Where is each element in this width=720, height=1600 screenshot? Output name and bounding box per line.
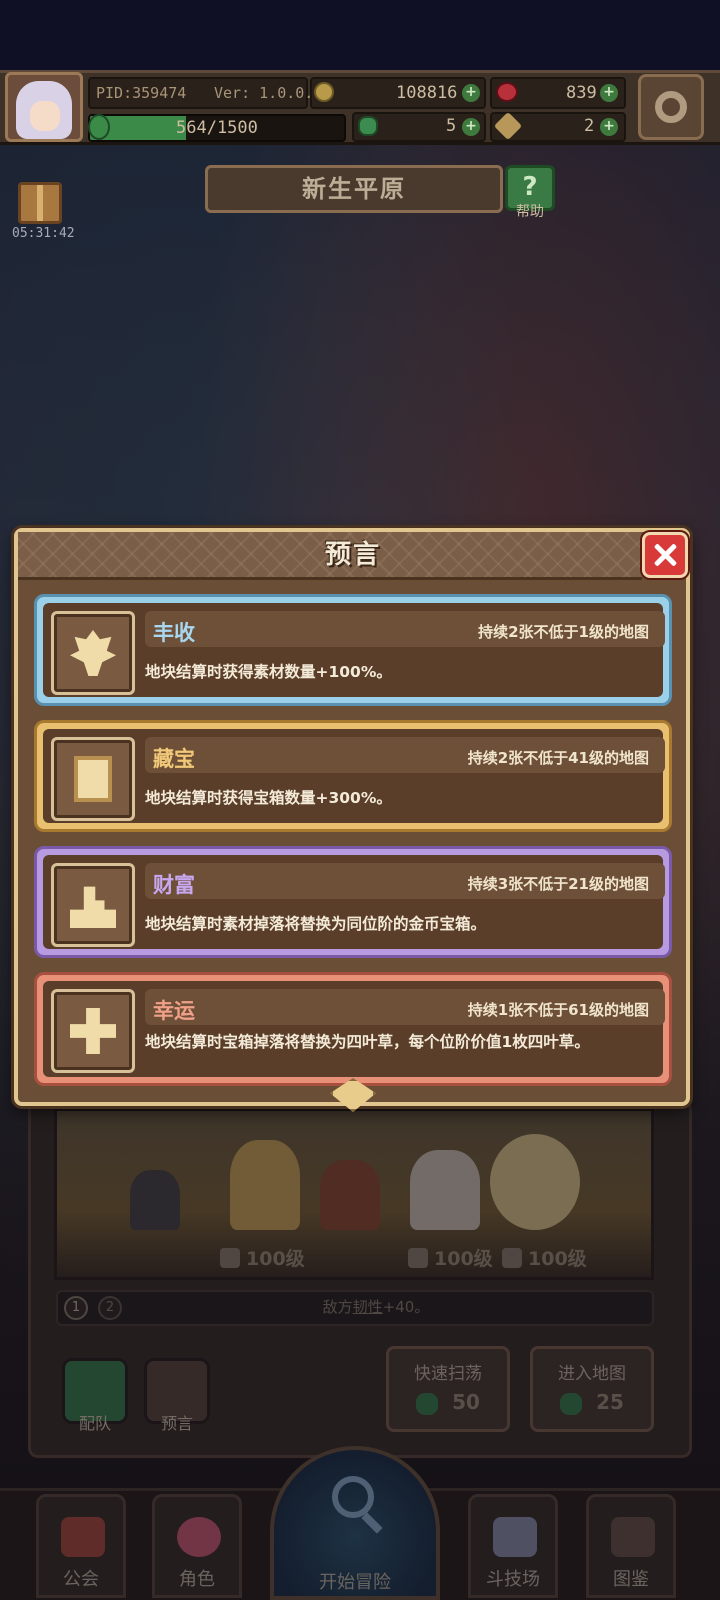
- prophecy-description: 地块结算时素材掉落将替换为同位阶的金币宝箱。: [145, 915, 487, 933]
- player-avatar[interactable]: [5, 72, 83, 142]
- prophecy-name: 藏宝: [153, 747, 195, 771]
- prophecy-card-wealth[interactable]: 财富 持续3张不低于21级的地图 地块结算时素材掉落将替换为同位阶的金币宝箱。: [34, 846, 672, 958]
- experience-text: 564/1500: [176, 118, 258, 138]
- gift-timer: 05:31:42: [12, 226, 75, 241]
- map-title: 新生平原: [205, 165, 503, 213]
- wheat-icon: [51, 611, 135, 695]
- prophecy-card-harvest[interactable]: 丰收 持续2张不低于1级的地图 地块结算时获得素材数量+100%。: [34, 594, 672, 706]
- clover-amount: 5: [446, 116, 457, 136]
- gold-amount: 108816: [396, 83, 458, 103]
- prophecy-name: 丰收: [153, 621, 195, 645]
- clover-icon: [358, 116, 378, 136]
- prophecy-name: 幸运: [153, 999, 195, 1023]
- prophecy-condition: 持续2张不低于1级的地图: [478, 623, 649, 641]
- add-apple-button[interactable]: +: [600, 84, 618, 102]
- experience-gem-icon: [88, 114, 110, 140]
- treasure-scroll-icon: [51, 737, 135, 821]
- prophecy-condition: 持续3张不低于21级的地图: [467, 875, 649, 893]
- player-id: PID:359474: [96, 84, 187, 102]
- coin-stack-icon: [51, 863, 135, 947]
- prophecy-condition: 持续2张不低于41级的地图: [467, 749, 649, 767]
- gold-coin-icon: [314, 82, 334, 102]
- add-gold-button[interactable]: +: [462, 84, 480, 102]
- gift-box-icon[interactable]: [18, 182, 62, 224]
- close-button[interactable]: [642, 532, 688, 578]
- help-label: 帮助: [516, 204, 544, 220]
- apple-icon: [496, 82, 518, 102]
- prophecy-description: 地块结算时获得宝箱数量+300%。: [145, 789, 392, 807]
- add-clover-button[interactable]: +: [462, 118, 480, 136]
- prophecy-card-treasure[interactable]: 藏宝 持续2张不低于41级的地图 地块结算时获得宝箱数量+300%。: [34, 720, 672, 832]
- four-leaf-clover-icon: [51, 989, 135, 1073]
- prophecy-condition: 持续1张不低于61级的地图: [467, 1001, 649, 1019]
- prophecy-description: 地块结算时获得素材数量+100%。: [145, 663, 392, 681]
- settings-button[interactable]: [638, 74, 704, 140]
- prophecy-name: 财富: [153, 873, 195, 897]
- gear-icon: [655, 91, 687, 123]
- key-amount: 2: [584, 116, 595, 136]
- prophecy-card-luck[interactable]: 幸运 持续1张不低于61级的地图 地块结算时宝箱掉落将替换为四叶草，每个位阶价值…: [34, 972, 672, 1086]
- modal-title: 预言: [324, 540, 381, 570]
- prophecy-description: 地块结算时宝箱掉落将替换为四叶草，每个位阶价值1枚四叶草。: [145, 1033, 590, 1051]
- apple-amount: 839: [566, 83, 597, 103]
- add-key-button[interactable]: +: [600, 118, 618, 136]
